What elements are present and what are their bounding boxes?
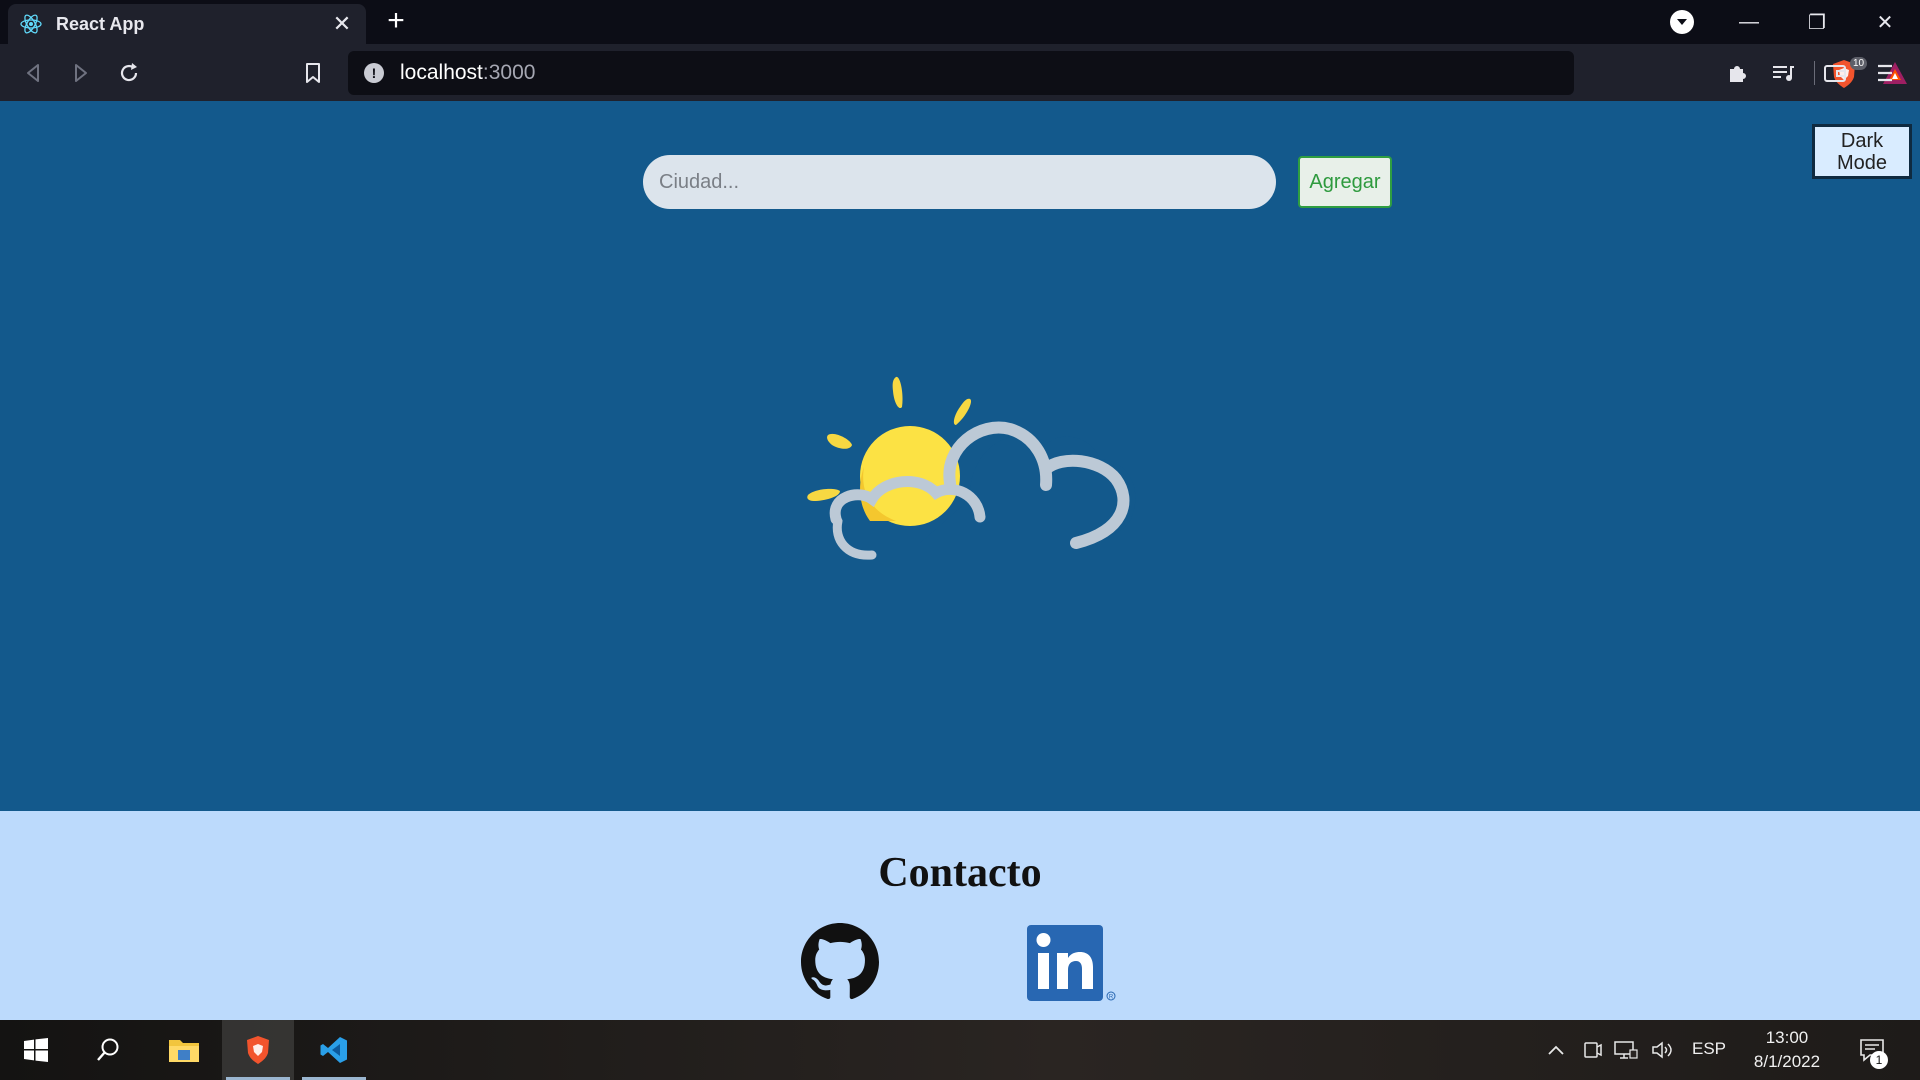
extensions-icon[interactable] — [1720, 56, 1754, 90]
add-city-button[interactable]: Agregar — [1298, 156, 1392, 208]
svg-text:R: R — [1109, 995, 1114, 1001]
forward-icon[interactable] — [64, 56, 98, 90]
new-tab-button[interactable]: + — [382, 6, 410, 36]
restore-button[interactable]: ❐ — [1786, 0, 1848, 44]
network-icon[interactable] — [1614, 1038, 1638, 1062]
city-search-input[interactable] — [643, 155, 1276, 209]
chevron-up-icon[interactable] — [1544, 1038, 1568, 1062]
browser-tab-strip: React App ✕ + — ❐ ✕ — [0, 0, 1920, 44]
github-icon[interactable] — [801, 923, 879, 1001]
react-logo-icon — [20, 13, 42, 35]
url-port: :3000 — [482, 61, 536, 84]
contact-title: Contacto — [878, 850, 1042, 896]
app-page: Agregar Dark Mode Contacto — [0, 101, 1920, 1020]
contact-footer: Contacto R — [0, 811, 1920, 1020]
address-bar[interactable]: ! localhost:3000 10 — [348, 51, 1907, 95]
reload-icon[interactable] — [112, 56, 146, 90]
clock-date: 8/1/2022 — [1753, 1052, 1821, 1071]
tab-title: React App — [56, 13, 145, 34]
tab-search-dropdown-icon[interactable] — [1670, 10, 1694, 34]
site-info-icon[interactable]: ! — [364, 63, 384, 83]
volume-icon[interactable] — [1650, 1038, 1674, 1062]
wallet-icon[interactable] — [1818, 56, 1852, 90]
browser-toolbar: ! localhost:3000 10 — [0, 44, 1920, 101]
meet-now-icon[interactable] — [1580, 1038, 1604, 1062]
brave-browser-taskbar-icon[interactable] — [222, 1020, 294, 1080]
shields-count-badge: 10 — [1850, 57, 1868, 70]
input-language[interactable]: ESP — [1692, 1039, 1726, 1059]
bookmark-icon[interactable] — [296, 56, 330, 90]
window-close-button[interactable]: ✕ — [1854, 0, 1916, 44]
notification-count-badge: 1 — [1870, 1051, 1888, 1069]
dark-mode-button[interactable]: Dark Mode — [1812, 124, 1912, 179]
browser-tab-active[interactable]: React App ✕ — [8, 4, 366, 44]
windows-taskbar: ESP 13:00 8/1/2022 1 — [0, 1020, 1920, 1080]
tab-close-button[interactable]: ✕ — [330, 11, 354, 37]
menu-icon[interactable] — [1868, 56, 1902, 90]
file-explorer-icon[interactable] — [148, 1020, 220, 1080]
linkedin-icon[interactable]: R — [1027, 923, 1119, 1003]
vscode-icon[interactable] — [298, 1020, 370, 1080]
minimize-button[interactable]: — — [1718, 0, 1780, 44]
search-icon[interactable] — [72, 1020, 144, 1080]
back-icon[interactable] — [16, 56, 50, 90]
system-clock[interactable]: 13:00 8/1/2022 — [1740, 1026, 1834, 1074]
url-host: localhost — [400, 61, 483, 84]
url-divider — [1814, 61, 1815, 85]
partly-cloudy-icon — [800, 371, 1150, 581]
windows-start-icon[interactable] — [0, 1020, 72, 1080]
clock-time: 13:00 — [1765, 1028, 1809, 1047]
playlist-icon[interactable] — [1766, 56, 1800, 90]
